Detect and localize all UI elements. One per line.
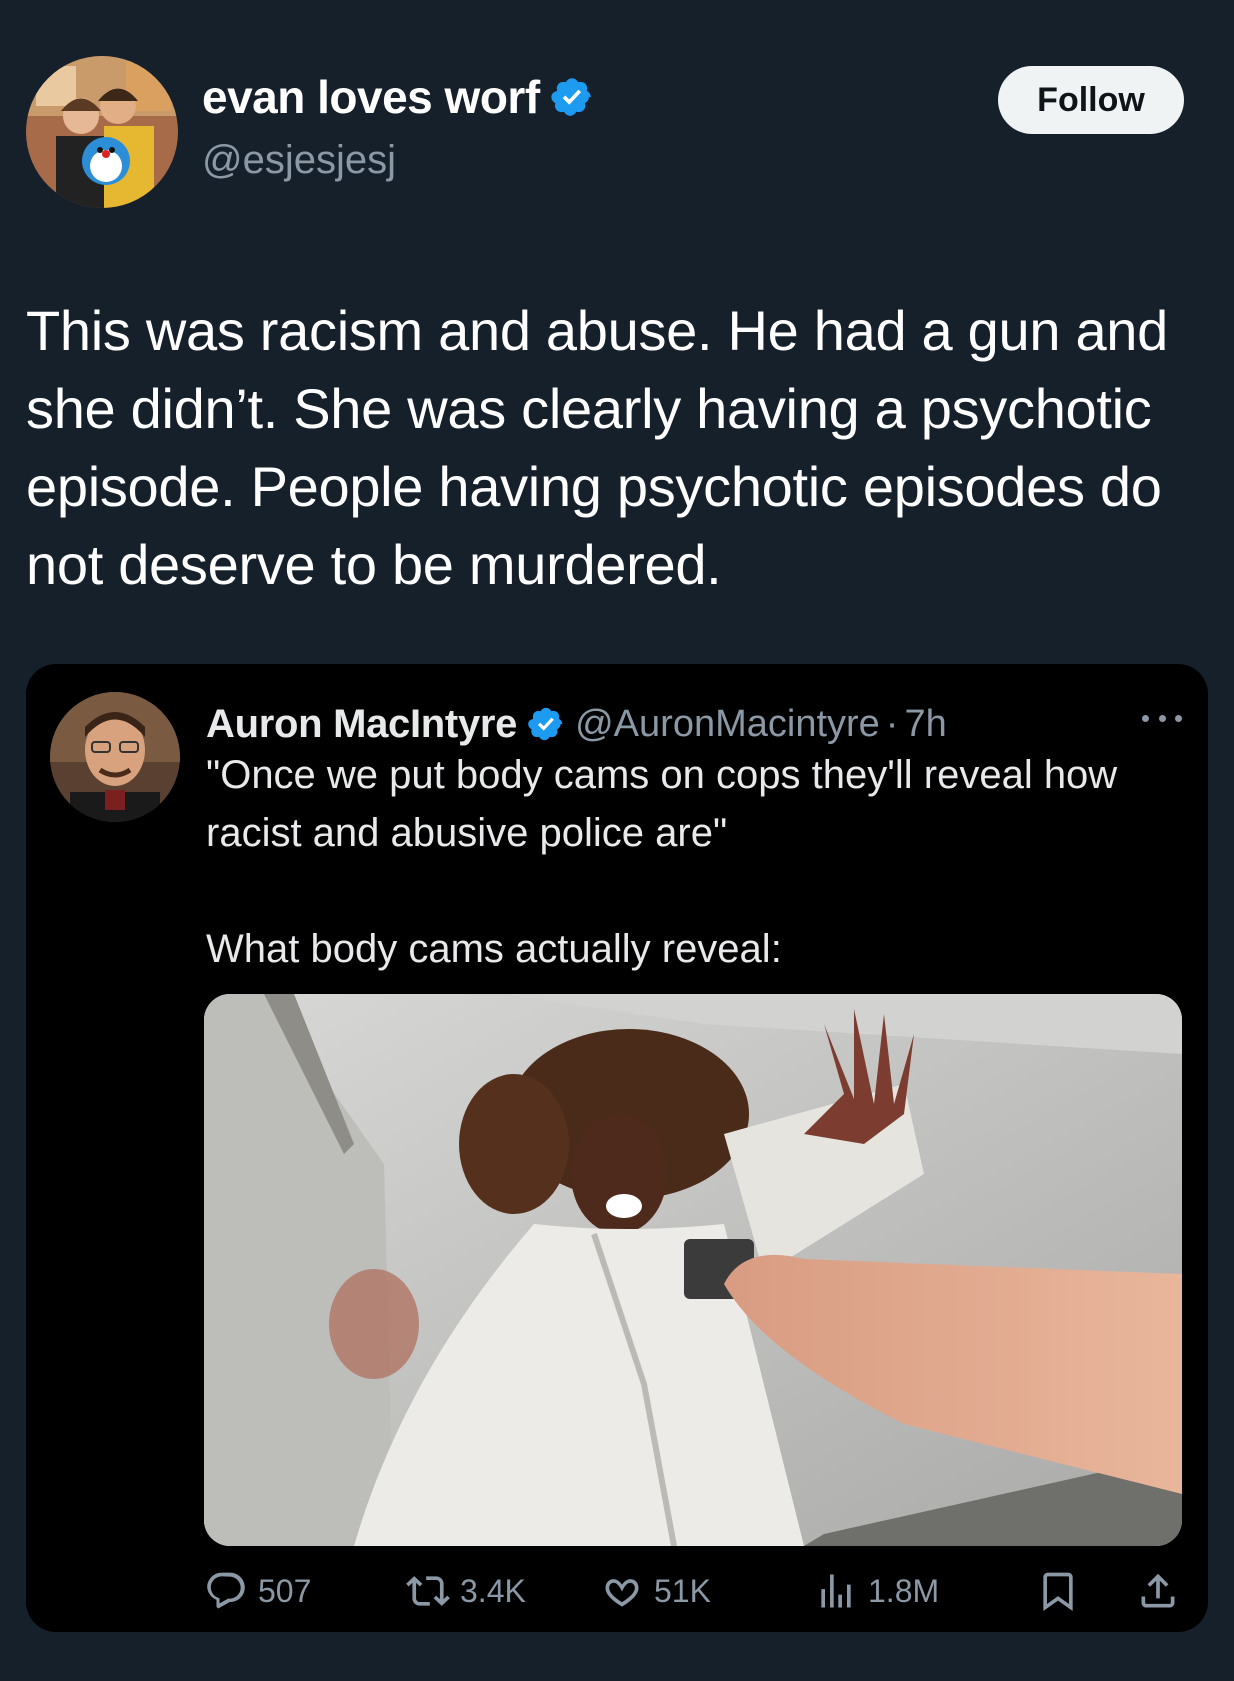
quoted-tweet-text: "Once we put body cams on cops they'll r… — [206, 753, 1118, 971]
bookmark-button[interactable] — [1036, 1566, 1090, 1616]
like-icon — [605, 1579, 639, 1607]
quoted-author-name[interactable]: Auron MacIntyre — [206, 702, 517, 747]
tweet-page: evan loves worf @esjesjesj Follow This w… — [0, 0, 1234, 1681]
verified-badge-icon — [551, 78, 591, 116]
quoted-tweet-card[interactable]: Auron MacIntyre @AuronMacintyre · 7h "On… — [26, 664, 1208, 1632]
tweet-text: This was racism and abuse. He had a gun … — [26, 299, 1168, 596]
author-display-name[interactable]: evan loves worf — [202, 70, 594, 124]
repost-count: 3.4K — [460, 1572, 526, 1609]
reply-count: 507 — [258, 1572, 312, 1609]
quoted-tweet-header: Auron MacIntyre @AuronMacintyre · 7h — [206, 694, 1186, 754]
repost-icon — [406, 1576, 450, 1606]
share-button[interactable] — [1136, 1566, 1190, 1616]
more-icon[interactable] — [1142, 708, 1182, 728]
verified-badge-icon — [528, 707, 563, 741]
bookmark-icon — [1043, 1572, 1073, 1612]
quoted-timestamp[interactable]: 7h — [904, 703, 946, 746]
quoted-media-image[interactable] — [204, 994, 1182, 1546]
views-button[interactable]: 1.8M — [814, 1566, 939, 1616]
views-count: 1.8M — [868, 1572, 940, 1609]
reply-icon — [207, 1572, 245, 1609]
share-icon — [1141, 1573, 1175, 1608]
views-icon — [821, 1574, 851, 1608]
author-handle[interactable]: @esjesjesj — [202, 138, 396, 183]
reply-button[interactable]: 507 — [204, 1566, 311, 1616]
separator-dot: · — [885, 702, 899, 745]
like-count: 51K — [654, 1572, 711, 1609]
quoted-author-handle[interactable]: @AuronMacintyre — [575, 703, 880, 746]
tweet-action-bar: 507 3.4K 51K 1.8M — [204, 1566, 1184, 1616]
follow-button[interactable]: Follow — [998, 66, 1184, 134]
repost-button[interactable]: 3.4K — [406, 1566, 526, 1616]
quoted-author-avatar[interactable] — [50, 692, 180, 822]
author-name-text[interactable]: evan loves worf — [202, 70, 540, 124]
like-button[interactable]: 51K — [600, 1566, 711, 1616]
author-avatar[interactable] — [26, 56, 178, 208]
